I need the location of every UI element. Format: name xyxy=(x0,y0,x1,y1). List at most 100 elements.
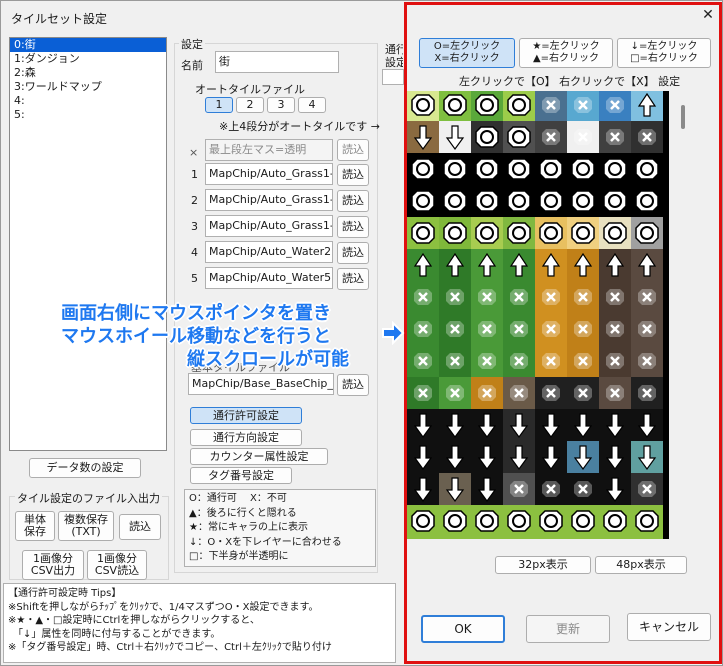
name-field[interactable]: 街 xyxy=(215,51,339,73)
tile-cell[interactable] xyxy=(535,345,567,377)
tile-cell[interactable] xyxy=(567,409,599,441)
tile-cell[interactable] xyxy=(631,281,663,313)
tile-cell[interactable] xyxy=(407,249,439,281)
tile-cell[interactable] xyxy=(407,409,439,441)
tile-cell[interactable] xyxy=(471,281,503,313)
tile-cell[interactable] xyxy=(471,345,503,377)
scroll-thumb[interactable] xyxy=(681,105,685,129)
autotile-load-button[interactable]: 読込 xyxy=(337,190,369,212)
tile-cell[interactable] xyxy=(567,217,599,249)
tile-cell[interactable] xyxy=(567,345,599,377)
autotile-load-button[interactable]: 読込 xyxy=(337,242,369,264)
mode-direction-button[interactable]: 通行方向設定 xyxy=(190,429,302,446)
base-tile-field[interactable]: MapChip/Base_BaseChip_ xyxy=(188,373,334,395)
tile-cell[interactable] xyxy=(535,377,567,409)
tile-cell[interactable] xyxy=(407,505,439,537)
tool-button-1[interactable]: O=左クリック X=右クリック xyxy=(419,38,515,68)
tile-cell[interactable] xyxy=(567,281,599,313)
tile-cell[interactable] xyxy=(439,121,471,153)
csv-in-button[interactable]: 1画像分 CSV読込 xyxy=(87,550,147,580)
tile-cell[interactable] xyxy=(599,345,631,377)
tileset-list-item[interactable]: 1:ダンジョン xyxy=(10,52,166,66)
tile-cell[interactable] xyxy=(407,473,439,505)
tile-cell[interactable] xyxy=(439,473,471,505)
tile-cell[interactable] xyxy=(407,345,439,377)
tile-cell[interactable] xyxy=(407,185,439,217)
tile-cell[interactable] xyxy=(599,281,631,313)
tile-cell[interactable] xyxy=(599,409,631,441)
mode-counter-button[interactable]: カウンター属性設定 xyxy=(190,448,328,465)
tile-cell[interactable] xyxy=(503,441,535,473)
tile-cell[interactable] xyxy=(407,281,439,313)
autotile-load-button[interactable]: 読込 xyxy=(337,164,369,186)
tile-cell[interactable] xyxy=(439,345,471,377)
autotile-page-1-button[interactable]: 1 xyxy=(205,97,233,113)
tile-cell[interactable] xyxy=(599,473,631,505)
tile-cell[interactable] xyxy=(503,121,535,153)
tile-cell[interactable] xyxy=(503,345,535,377)
tile-cell[interactable] xyxy=(503,505,535,537)
tile-cell[interactable] xyxy=(631,121,663,153)
tile-cell[interactable] xyxy=(599,153,631,185)
tool-button-3[interactable]: ↓=左クリック □=右クリック xyxy=(617,38,711,68)
tile-cell[interactable] xyxy=(503,153,535,185)
tile-cell[interactable] xyxy=(599,441,631,473)
tile-cell[interactable] xyxy=(535,249,567,281)
tile-cell[interactable] xyxy=(439,185,471,217)
tile-cell[interactable] xyxy=(503,249,535,281)
zoom-32-button[interactable]: 32px表示 xyxy=(495,556,591,574)
tile-cell[interactable] xyxy=(535,505,567,537)
tile-cell[interactable] xyxy=(503,217,535,249)
tile-cell[interactable] xyxy=(439,409,471,441)
tile-cell[interactable] xyxy=(439,153,471,185)
zoom-48-button[interactable]: 48px表示 xyxy=(595,556,687,574)
tile-cell[interactable] xyxy=(471,377,503,409)
tileset-list-item[interactable]: 5: xyxy=(10,108,166,122)
tile-cell[interactable] xyxy=(535,313,567,345)
tile-cell[interactable] xyxy=(535,217,567,249)
tile-cell[interactable] xyxy=(631,153,663,185)
tile-cell[interactable] xyxy=(471,505,503,537)
tile-cell[interactable] xyxy=(599,185,631,217)
tile-cell[interactable] xyxy=(471,217,503,249)
tile-cell[interactable] xyxy=(567,441,599,473)
tile-grid[interactable] xyxy=(407,91,669,551)
tile-cell[interactable] xyxy=(503,473,535,505)
tileset-list[interactable]: 0:街 1:ダンジョン 2:森 3:ワールドマップ 4: 5: xyxy=(9,37,167,451)
tile-cell[interactable] xyxy=(503,313,535,345)
tile-cell[interactable] xyxy=(567,185,599,217)
tile-cell[interactable] xyxy=(439,281,471,313)
tile-cell[interactable] xyxy=(567,121,599,153)
tile-cell[interactable] xyxy=(503,377,535,409)
cancel-button[interactable]: キャンセル xyxy=(627,613,711,641)
tile-cell[interactable] xyxy=(407,91,439,121)
tile-cell[interactable] xyxy=(567,505,599,537)
tile-cell[interactable] xyxy=(439,377,471,409)
tool-button-2[interactable]: ★=左クリック ▲=右クリック xyxy=(519,38,613,68)
tile-cell[interactable] xyxy=(471,153,503,185)
tile-cell[interactable] xyxy=(631,313,663,345)
tile-cell[interactable] xyxy=(631,441,663,473)
tile-cell[interactable] xyxy=(407,377,439,409)
autotile-file-field[interactable]: MapChip/Auto_Grass1- xyxy=(205,215,333,237)
autotile-page-2-button[interactable]: 2 xyxy=(236,97,264,113)
tile-cell[interactable] xyxy=(407,153,439,185)
single-save-button[interactable]: 単体 保存 xyxy=(15,511,55,541)
tile-cell[interactable] xyxy=(535,153,567,185)
file-load-button[interactable]: 読込 xyxy=(119,514,161,540)
tile-cell[interactable] xyxy=(599,217,631,249)
tile-cell[interactable] xyxy=(439,91,471,121)
csv-out-button[interactable]: 1画像分 CSV出力 xyxy=(22,550,84,580)
tile-cell[interactable] xyxy=(631,249,663,281)
tile-cell[interactable] xyxy=(631,473,663,505)
tile-cell[interactable] xyxy=(503,409,535,441)
autotile-file-field[interactable]: MapChip/Auto_Water2 xyxy=(205,241,333,263)
tile-cell[interactable] xyxy=(471,121,503,153)
tileset-list-item[interactable]: 0:街 xyxy=(10,38,166,52)
tile-cell[interactable] xyxy=(599,313,631,345)
tile-cell[interactable] xyxy=(567,249,599,281)
tile-cell[interactable] xyxy=(567,313,599,345)
tile-cell[interactable] xyxy=(535,281,567,313)
tile-cell[interactable] xyxy=(503,185,535,217)
tileset-list-item[interactable]: 2:森 xyxy=(10,66,166,80)
